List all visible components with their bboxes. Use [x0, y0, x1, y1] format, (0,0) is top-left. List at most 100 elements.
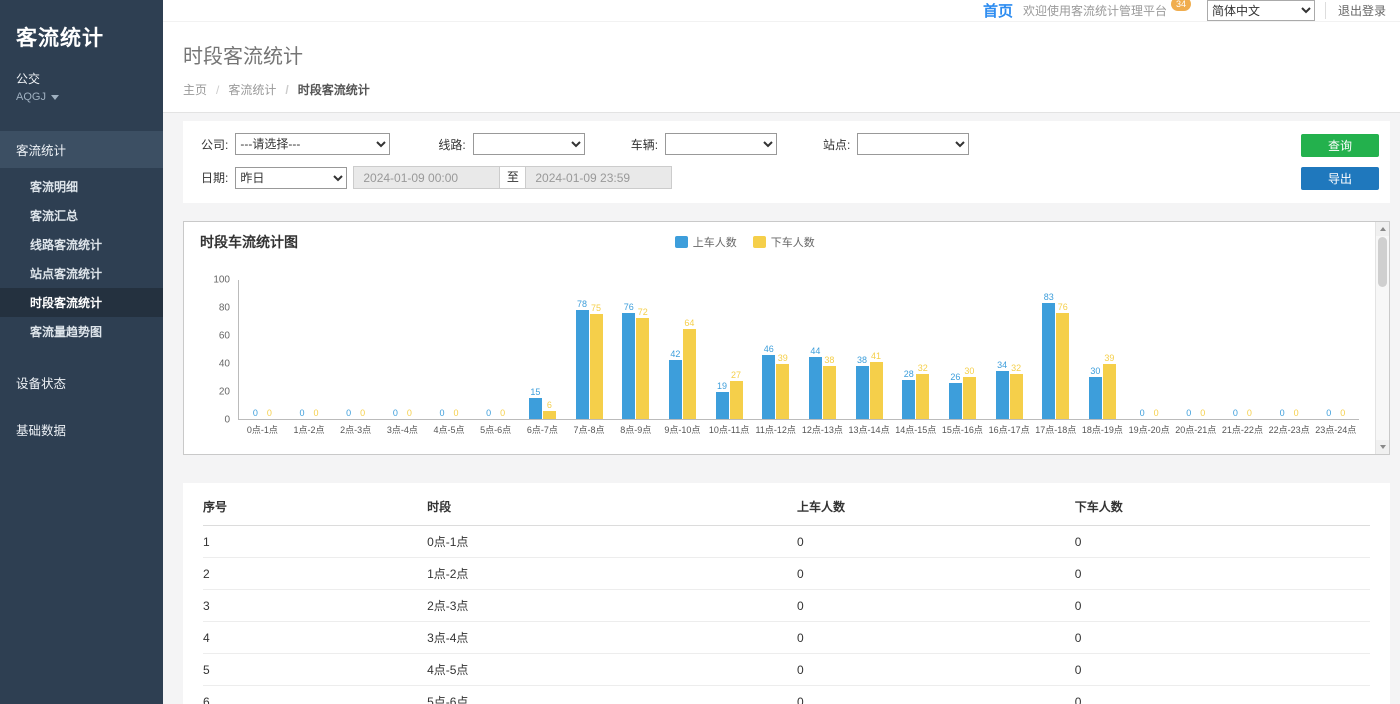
sidebar-item-flow-summary[interactable]: 客流汇总 [0, 201, 163, 230]
sidebar-item-period-stats[interactable]: 时段客流统计 [0, 288, 163, 317]
bar-value-label: 46 [764, 345, 774, 354]
bar [529, 398, 542, 419]
col-header-index: 序号 [203, 485, 427, 526]
query-button[interactable]: 查询 [1301, 134, 1379, 157]
page-content: 公司: ---请选择--- 线路: 车辆: 站点: 日期: 昨日 [163, 113, 1400, 704]
sidebar-section-device-status[interactable]: 设备状态 [0, 364, 163, 401]
bar-group: 1566点-7点 [519, 280, 566, 419]
bar-value-label: 0 [346, 409, 351, 418]
bar-group: 005点-6点 [472, 280, 519, 419]
table-cell: 0 [797, 686, 1075, 704]
x-axis-label: 3点-4点 [387, 423, 418, 436]
bar-group: 42649点-10点 [659, 280, 706, 419]
table-cell: 0 [1075, 686, 1370, 704]
scroll-down-icon[interactable] [1376, 440, 1389, 454]
bar-value-label: 0 [486, 409, 491, 418]
table-cell: 4 [203, 622, 427, 654]
company-select[interactable]: ---请选择--- [235, 133, 390, 155]
bar-group: 837617点-18点 [1032, 280, 1079, 419]
export-button[interactable]: 导出 [1301, 167, 1379, 190]
table-cell: 0 [1075, 590, 1370, 622]
sidebar-section-passenger-stats[interactable]: 客流统计 [0, 131, 163, 168]
filter-row-2: 日期: 昨日 至 [201, 166, 1372, 189]
bar-value-label: 28 [904, 370, 914, 379]
chart-scrollbar[interactable] [1375, 222, 1389, 454]
scrollbar-thumb[interactable] [1378, 237, 1387, 287]
bar [1089, 377, 1102, 419]
x-axis-label: 0点-1点 [247, 423, 278, 436]
table-cell: 2点-3点 [427, 590, 797, 622]
sidebar-section-base-data[interactable]: 基础数据 [0, 411, 163, 448]
table-cell: 0点-1点 [427, 526, 797, 558]
bar-value-label: 44 [810, 347, 820, 356]
bar-value-label: 0 [1186, 409, 1191, 418]
bar-value-label: 38 [824, 356, 834, 365]
y-axis-tick: 80 [219, 303, 230, 314]
bar [963, 377, 976, 419]
bar-value-label: 0 [1340, 409, 1345, 418]
station-select[interactable] [857, 133, 969, 155]
col-header-alighting: 下车人数 [1075, 485, 1370, 526]
table-cell: 2 [203, 558, 427, 590]
logout-link[interactable]: 退出登录 [1325, 2, 1386, 19]
org-code-label: AQGJ [16, 91, 46, 103]
scroll-up-icon[interactable] [1376, 222, 1389, 236]
table-cell: 0 [797, 526, 1075, 558]
bar-value-label: 0 [1200, 409, 1205, 418]
y-axis-tick: 100 [213, 275, 230, 286]
bar-value-label: 19 [717, 382, 727, 391]
legend-swatch-yellow-icon [753, 236, 766, 248]
bar [870, 362, 883, 419]
bar-value-label: 26 [950, 373, 960, 382]
bar-value-label: 0 [407, 409, 412, 418]
sidebar-item-line-stats[interactable]: 线路客流统计 [0, 230, 163, 259]
table-cell: 0 [797, 654, 1075, 686]
chart-y-axis: 020406080100 [200, 280, 238, 420]
date-from-input[interactable] [353, 166, 500, 189]
bar-group: 78757点-8点 [566, 280, 613, 419]
language-select[interactable]: 简体中文 [1207, 0, 1315, 21]
x-axis-label: 22点-23点 [1269, 423, 1310, 436]
date-to-input[interactable] [525, 166, 672, 189]
bar-value-label: 39 [1104, 354, 1114, 363]
table-row: 65点-6点00 [203, 686, 1370, 704]
x-axis-label: 2点-3点 [340, 423, 371, 436]
bar-value-label: 0 [360, 409, 365, 418]
bar-group: 384113点-14点 [846, 280, 893, 419]
org-selector[interactable]: AQGJ [0, 88, 163, 113]
table-row: 32点-3点00 [203, 590, 1370, 622]
topbar: 首页 欢迎使用客流统计管理平台 34 简体中文 退出登录 [163, 0, 1400, 22]
date-preset-select[interactable]: 昨日 [235, 167, 347, 189]
line-select[interactable] [473, 133, 585, 155]
x-axis-label: 11点-12点 [756, 423, 796, 436]
sidebar-item-trend-chart[interactable]: 客流量趋势图 [0, 317, 163, 346]
sidebar-item-station-stats[interactable]: 站点客流统计 [0, 259, 163, 288]
legend-item-boarding[interactable]: 上车人数 [675, 234, 737, 250]
x-axis-label: 17点-18点 [1035, 423, 1076, 436]
bar-value-label: 0 [440, 409, 445, 418]
bar-group: 0020点-21点 [1172, 280, 1219, 419]
sidebar-item-flow-detail[interactable]: 客流明细 [0, 172, 163, 201]
sidebar-nav: 客流统计 客流明细 客流汇总 线路客流统计 站点客流统计 时段客流统计 客流量趋… [0, 131, 163, 448]
legend-label-boarding: 上车人数 [693, 234, 737, 250]
table-cell: 1 [203, 526, 427, 558]
bar-value-label: 0 [1233, 409, 1238, 418]
bar [716, 392, 729, 419]
x-axis-label: 8点-9点 [620, 423, 651, 436]
bar [856, 366, 869, 419]
legend-item-alighting[interactable]: 下车人数 [753, 234, 815, 250]
table-cell: 0 [797, 558, 1075, 590]
bar [576, 310, 589, 419]
bar-value-label: 64 [684, 319, 694, 328]
bar [1103, 364, 1116, 419]
bar-group: 463911点-12点 [752, 280, 799, 419]
breadcrumb-home[interactable]: 主页 [183, 81, 207, 98]
y-axis-tick: 0 [224, 415, 230, 426]
breadcrumb-section[interactable]: 客流统计 [207, 81, 276, 98]
x-axis-label: 18点-19点 [1082, 423, 1123, 436]
chart-title: 时段车流统计图 [200, 234, 298, 250]
welcome-text: 欢迎使用客流统计管理平台 [1023, 2, 1167, 19]
notification-badge[interactable]: 34 [1171, 0, 1191, 11]
vehicle-select[interactable] [665, 133, 777, 155]
home-link[interactable]: 首页 [983, 0, 1013, 21]
